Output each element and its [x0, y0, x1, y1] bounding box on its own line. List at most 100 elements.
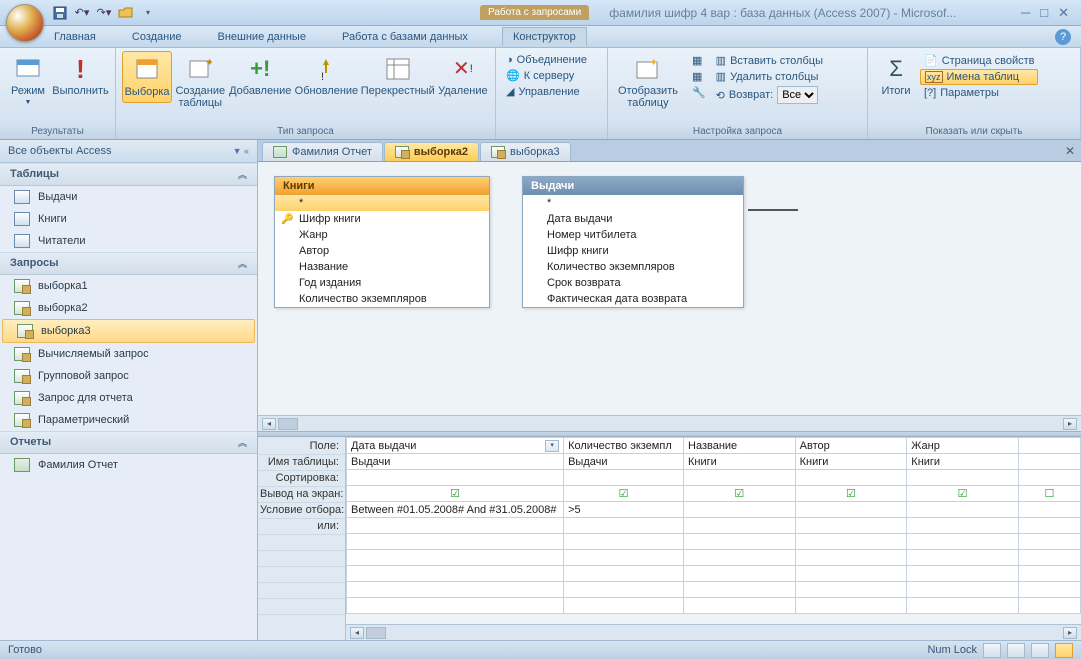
help-icon[interactable]: ? [1055, 29, 1071, 45]
scroll-left-icon[interactable]: ◂ [262, 418, 276, 430]
grid-cell[interactable] [795, 598, 907, 614]
grid-cell[interactable] [1018, 502, 1080, 518]
grid-cell[interactable] [684, 566, 796, 582]
view-pivot-button[interactable] [1007, 643, 1025, 658]
scroll-right-icon[interactable]: ▸ [1063, 627, 1077, 639]
field-row[interactable]: Количество экземпляров [275, 291, 489, 307]
close-button[interactable]: ✕ [1058, 5, 1069, 21]
append-button[interactable]: +!Добавление [228, 51, 292, 101]
view-datasheet-button[interactable] [983, 643, 1001, 658]
grid-cell[interactable] [347, 582, 564, 598]
grid-cell[interactable] [564, 598, 684, 614]
grid-cell[interactable] [795, 582, 907, 598]
update-button[interactable]: !Обновление [294, 51, 359, 101]
grid-cell[interactable] [1018, 470, 1080, 486]
grid-cell[interactable]: Дата выдачи▾ [347, 438, 564, 454]
minimize-button[interactable]: ─ [1021, 5, 1030, 21]
grid-cell[interactable]: >5 [564, 502, 684, 518]
grid-cell[interactable] [1018, 438, 1080, 454]
grid-cell[interactable] [684, 518, 796, 534]
grid-cell[interactable] [907, 518, 1019, 534]
grid-cell[interactable]: Название [684, 438, 796, 454]
maketable-button[interactable]: ✦Создание таблицы [174, 51, 226, 113]
field-dropdown-icon[interactable]: ▾ [545, 440, 559, 452]
grid-cell[interactable] [684, 582, 796, 598]
grid-cell[interactable] [795, 470, 907, 486]
passthrough-button[interactable]: 🌐К серверу [502, 68, 591, 83]
show-checkbox[interactable]: ☑ [800, 487, 903, 500]
view-button[interactable]: Режим▼ [6, 51, 50, 111]
field-row[interactable]: Дата выдачи [523, 211, 743, 227]
show-checkbox[interactable]: ☑ [568, 487, 679, 500]
grid-cell[interactable] [1018, 598, 1080, 614]
grid-cell[interactable]: ☑ [347, 486, 564, 502]
insert-columns-button[interactable]: ▥Вставить столбцы [712, 53, 827, 68]
tab-external[interactable]: Внешние данные [212, 27, 312, 47]
grid-cell[interactable] [684, 470, 796, 486]
grid-cell[interactable] [347, 534, 564, 550]
grid-cell[interactable]: Количество экземпл [564, 438, 684, 454]
table-names-button[interactable]: xyzИмена таблиц [920, 69, 1038, 85]
crosstab-button[interactable]: Перекрестный [361, 51, 435, 101]
grid-cell[interactable] [1018, 566, 1080, 582]
return-select[interactable]: Все [777, 86, 818, 104]
doc-tab-report[interactable]: Фамилия Отчет [262, 142, 383, 161]
nav-cat-reports[interactable]: Отчеты︽ [0, 431, 257, 454]
nav-cat-queries[interactable]: Запросы︽ [0, 252, 257, 275]
tab-create[interactable]: Создание [126, 27, 188, 47]
field-row[interactable]: * [523, 195, 743, 211]
grid-cell[interactable] [684, 550, 796, 566]
grid-cell[interactable] [795, 518, 907, 534]
designer-table-issues[interactable]: Выдачи * Дата выдачи Номер читбилета Шиф… [522, 176, 744, 308]
grid-cell[interactable] [684, 534, 796, 550]
run-button[interactable]: !Выполнить [52, 51, 109, 101]
grid-cell[interactable] [684, 598, 796, 614]
grid-cell[interactable] [907, 470, 1019, 486]
grid-cell[interactable]: Выдачи [347, 454, 564, 470]
grid-cell[interactable]: Книги [795, 454, 907, 470]
grid-cell[interactable] [564, 534, 684, 550]
nav-cat-tables[interactable]: Таблицы︽ [0, 163, 257, 186]
grid-cell[interactable]: Книги [907, 454, 1019, 470]
grid-cell[interactable]: ☑ [564, 486, 684, 502]
designer-table-books[interactable]: Книги * 🔑Шифр книги Жанр Автор Название … [274, 176, 490, 308]
show-checkbox[interactable]: ☑ [911, 487, 1014, 500]
grid-cell[interactable]: ☑ [684, 486, 796, 502]
maximize-button[interactable]: □ [1040, 5, 1048, 21]
grid-cell[interactable]: ☐ [1018, 486, 1080, 502]
field-row[interactable]: Шифр книги [523, 243, 743, 259]
qat-more-icon[interactable]: ▾ [140, 5, 156, 21]
grid-cell[interactable] [564, 550, 684, 566]
grid-cell[interactable] [347, 550, 564, 566]
field-row[interactable]: Номер читбилета [523, 227, 743, 243]
grid-cell[interactable] [907, 502, 1019, 518]
delete-columns-button[interactable]: ▥Удалить столбцы [712, 69, 827, 84]
view-sql-button[interactable] [1031, 643, 1049, 658]
grid-cell[interactable]: Between #01.05.2008# And #31.05.2008# [347, 502, 564, 518]
nav-table-item[interactable]: Книги [0, 208, 257, 230]
save-icon[interactable] [52, 5, 68, 21]
show-checkbox[interactable]: ☑ [351, 487, 559, 500]
nav-header[interactable]: Все объекты Access▼ « [0, 140, 257, 163]
nav-query-item[interactable]: Параметрический [0, 409, 257, 431]
nav-query-item[interactable]: Групповой запрос [0, 365, 257, 387]
grid-cell[interactable]: Книги [684, 454, 796, 470]
tab-home[interactable]: Главная [48, 27, 102, 47]
grid-cell[interactable] [907, 598, 1019, 614]
grid-cell[interactable] [564, 582, 684, 598]
delete-query-button[interactable]: ✕!Удаление [437, 51, 489, 101]
grid-cell[interactable]: ☑ [907, 486, 1019, 502]
field-row[interactable]: Год издания [275, 275, 489, 291]
grid-cell[interactable] [1018, 534, 1080, 550]
grid-cell[interactable] [347, 598, 564, 614]
grid-cell[interactable] [564, 470, 684, 486]
grid-cell[interactable]: Выдачи [564, 454, 684, 470]
grid-cell[interactable] [1018, 518, 1080, 534]
select-query-button[interactable]: Выборка [122, 51, 172, 103]
qbe-table[interactable]: Дата выдачи▾Количество экземплНазваниеАв… [346, 437, 1081, 614]
return-combo[interactable]: ⟲Возврат:Все [712, 85, 827, 105]
grid-cell[interactable] [564, 518, 684, 534]
view-design-button[interactable] [1055, 643, 1073, 658]
field-row[interactable]: Жанр [275, 227, 489, 243]
grid-cell[interactable] [907, 566, 1019, 582]
